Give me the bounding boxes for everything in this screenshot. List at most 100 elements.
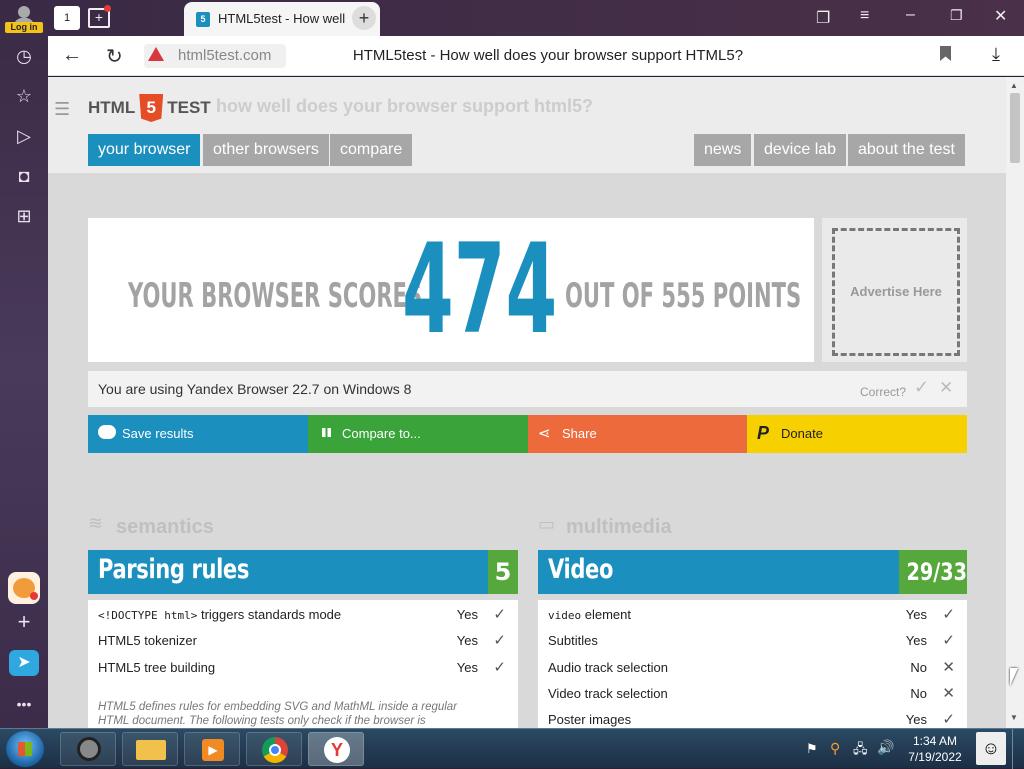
detection-bar: You are using Yandex Browser 22.7 on Win… (88, 371, 967, 407)
row-label: Video track selection (548, 686, 668, 701)
page-title: HTML5test - How well does your browser s… (352, 47, 744, 64)
wojak-avatar-icon[interactable]: ☺ (976, 732, 1006, 765)
menu-icon[interactable]: ≡ (860, 7, 869, 25)
check-icon: ✓ (942, 632, 955, 649)
search-icon[interactable]: ⚲ (830, 740, 840, 757)
donate-button[interactable]: P Donate (747, 415, 967, 453)
cross-icon: ✕ (942, 685, 955, 702)
media-player-icon[interactable]: ▶ (184, 732, 240, 766)
nav-about-the-test[interactable]: about the test (848, 134, 965, 166)
tab-title: HTML5test - How well c (218, 11, 346, 26)
tab-html5test[interactable]: 5 HTML5test - How well c ✕ (184, 2, 380, 36)
action-center-flag-icon[interactable]: ⚑ (806, 741, 818, 757)
row-label: triggers standards mode (197, 607, 342, 622)
nav-compare[interactable]: compare (330, 134, 413, 166)
bookmark-icon[interactable] (940, 46, 951, 61)
compare-to-label: Compare to... (342, 426, 421, 441)
back-icon[interactable]: ← (62, 44, 82, 67)
system-clock[interactable]: 1:34 AM 7/19/2022 (900, 733, 970, 765)
raccoon-app-icon[interactable] (60, 732, 116, 766)
row-result: Yes (456, 607, 478, 622)
share-button[interactable]: ⋖ Share (528, 415, 747, 453)
address-bar-row: ← ↻ html5test.com HTML5test - How well d… (48, 36, 1024, 76)
parsing-rules-header[interactable]: Parsing rules 5 (88, 550, 518, 594)
row-label: element (581, 607, 631, 622)
bookmarks-star-icon[interactable]: ☆ (10, 82, 38, 110)
restore-icon[interactable]: ❐ (950, 7, 963, 24)
list-item: HTML5 tokenizer Yes ✓ (98, 628, 508, 654)
compare-to-button[interactable]: Compare to... (308, 415, 528, 453)
login-button[interactable]: Log in (5, 22, 43, 33)
html5-shield-icon: 5 (139, 94, 164, 122)
scroll-down-icon[interactable]: ▼ (1010, 713, 1018, 722)
list-item: Subtitles Yes ✓ (548, 628, 957, 654)
detection-text: You are using Yandex Browser 22.7 on Win… (98, 381, 412, 397)
file-explorer-icon[interactable] (122, 732, 178, 766)
insecure-warning-icon[interactable] (148, 47, 164, 61)
video-list: video element Yes ✓ Subtitles Yes ✓ Audi… (538, 600, 967, 728)
bookmarks-collection-icon[interactable]: ❐ (816, 8, 830, 28)
home-badge: 1 (63, 12, 71, 24)
list-item: <!DOCTYPE html> triggers standards mode … (98, 602, 508, 628)
clock-date: 7/19/2022 (908, 750, 962, 764)
nav-news[interactable]: news (694, 134, 752, 166)
logo[interactable]: HTML 5 TEST (88, 94, 211, 122)
screenshot-camera-icon[interactable]: ◘ (10, 162, 38, 190)
mail-app-icon[interactable] (8, 572, 40, 604)
share-label: Share (562, 426, 597, 441)
logo-left: HTML (88, 98, 136, 117)
nav-other-browsers[interactable]: other browsers (203, 134, 329, 166)
notification-dot (104, 5, 111, 12)
html5-favicon-icon: 5 (196, 12, 210, 27)
messenger-icon[interactable]: ➤ (9, 650, 39, 676)
check-icon: ✓ (493, 659, 506, 676)
video-header[interactable]: Video 29/33 (538, 550, 967, 594)
list-item: Poster images Yes ✓ (548, 707, 957, 728)
reject-x-icon[interactable]: ✕ (939, 378, 953, 398)
confirm-check-icon[interactable]: ✓ (914, 377, 929, 398)
hamburger-icon[interactable]: ☰ (54, 99, 70, 120)
row-result: No (910, 686, 927, 701)
row-result: Yes (456, 660, 478, 675)
add-panel-icon[interactable]: + (10, 608, 38, 636)
chrome-icon[interactable] (246, 732, 302, 766)
network-icon[interactable]: 🖧 (853, 740, 868, 762)
save-results-button[interactable]: Save results (88, 415, 308, 453)
parsing-rules-score: 5 (488, 550, 518, 594)
row-result: Yes (905, 607, 927, 622)
home-tab-button[interactable]: 1 (54, 6, 80, 30)
apps-grid-icon[interactable]: ⊞ (10, 202, 38, 230)
correct-label: Correct? (860, 385, 907, 399)
history-icon[interactable]: ◷ (10, 42, 38, 70)
advertise-here[interactable]: Advertise Here (832, 228, 960, 356)
multimedia-icon: ▭ (538, 514, 556, 534)
yandex-browser-icon[interactable]: Y (308, 732, 364, 766)
mouse-cursor (1010, 668, 1018, 686)
downloads-icon[interactable]: ⤓ (992, 44, 1000, 65)
video-title: Video (548, 554, 614, 585)
more-icon[interactable]: ••• (10, 690, 38, 718)
play-icon[interactable]: ▷ (10, 122, 38, 150)
close-window-icon[interactable]: ✕ (994, 6, 1007, 26)
row-label: HTML5 tokenizer (98, 633, 197, 648)
row-label: Subtitles (548, 633, 598, 648)
show-desktop-button[interactable] (1012, 729, 1024, 769)
page-scrollbar[interactable]: ▲ ▼ (1006, 77, 1024, 728)
scroll-up-icon[interactable]: ▲ (1010, 81, 1018, 90)
site-header: ☰ HTML 5 TEST how well does your browser s… (48, 77, 1006, 173)
url-pill[interactable]: html5test.com (144, 44, 286, 68)
new-tab-plus-icon[interactable]: + (352, 6, 376, 30)
score-panel: YOUR BROWSER SCORES 474 OUT OF 555 POINT… (88, 218, 814, 362)
list-item: Video track selection No ✕ (548, 681, 957, 707)
nav-device-lab[interactable]: device lab (754, 134, 847, 166)
share-icon: ⋖ (538, 425, 551, 442)
start-button[interactable] (6, 731, 44, 767)
row-result: No (910, 660, 927, 675)
minimize-icon[interactable]: – (906, 6, 915, 24)
volume-icon[interactable]: 🔊 (877, 739, 894, 756)
nav-your-browser[interactable]: your browser (88, 134, 201, 166)
scrollbar-thumb[interactable] (1010, 93, 1020, 163)
reload-icon[interactable]: ↻ (106, 44, 123, 69)
check-icon: ✓ (493, 632, 506, 649)
list-item: video element Yes ✓ (548, 602, 957, 628)
